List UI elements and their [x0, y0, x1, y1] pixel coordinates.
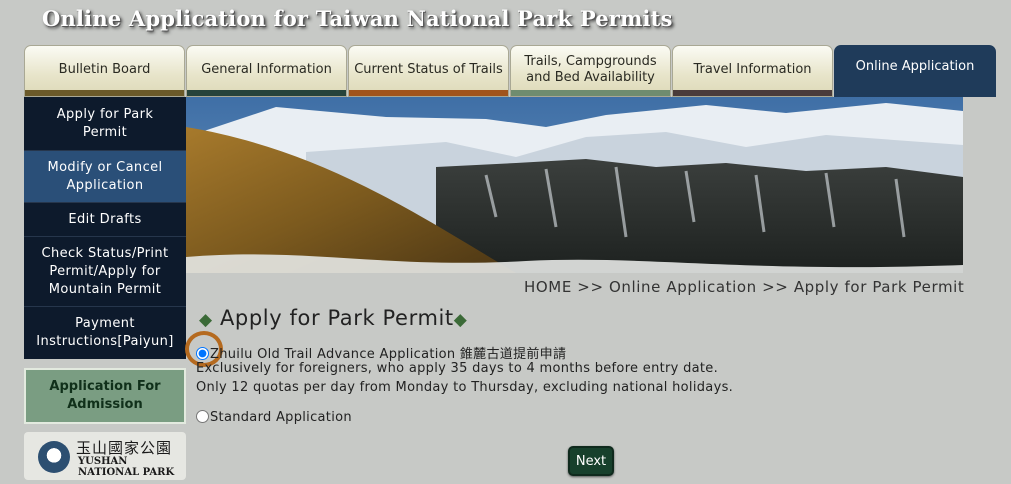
sidebar-item-label: Modify or Cancel Application	[47, 159, 163, 193]
tab-trails-campgrounds-bed-availability[interactable]: Trails, Campgrounds and Bed Availability	[510, 45, 671, 97]
sidebar-item-label: Apply for Park Permit	[56, 106, 154, 140]
standard-radio[interactable]	[196, 410, 209, 423]
page-title: ◆ Apply for Park Permit◆	[199, 306, 467, 330]
tab-label: Trails, Campgrounds and Bed Availability	[524, 53, 657, 85]
park-emblem-icon	[38, 441, 70, 473]
option-label: Zhuilu Old Trail Advance Application 錐麓古…	[210, 347, 567, 362]
option-note: Only 12 quotas per day from Monday to Th…	[196, 380, 734, 395]
tab-general-information[interactable]: General Information	[186, 45, 347, 97]
sidebar-item-check-status[interactable]: Check Status/Print Permit/Apply for Moun…	[24, 237, 186, 307]
tab-label: Current Status of Trails	[354, 61, 503, 77]
tab-label: Online Application	[855, 59, 975, 74]
option-label: Standard Application	[210, 410, 352, 425]
sidebar-item-payment-instructions[interactable]: Payment Instructions[Paiyun]	[24, 307, 186, 359]
admission-label: Application For Admission	[49, 379, 161, 412]
main-nav-tabs: Bulletin Board General Information Curre…	[24, 45, 996, 97]
site-title: Online Application for Taiwan National P…	[42, 6, 673, 31]
option-standard[interactable]: Standard Application	[196, 410, 352, 425]
logo-english-line1: YUSHAN	[78, 456, 128, 467]
logo-english-line2: NATIONAL PARK	[78, 467, 175, 478]
next-button[interactable]: Next	[568, 446, 614, 476]
sidebar-item-label: Edit Drafts	[68, 211, 142, 227]
option-note: Exclusively for foreigners, who apply 35…	[196, 361, 719, 376]
application-for-admission-button[interactable]: Application For Admission	[24, 368, 186, 424]
tab-accent-bar	[25, 90, 184, 96]
tab-accent-bar	[187, 90, 346, 96]
tab-current-status-of-trails[interactable]: Current Status of Trails	[348, 45, 509, 97]
sidebar-item-modify-or-cancel[interactable]: Modify or Cancel Application	[24, 151, 186, 203]
zhuilu-advance-radio[interactable]	[196, 347, 209, 360]
tab-label: Travel Information	[693, 61, 812, 77]
sidebar-item-label: Check Status/Print Permit/Apply for Moun…	[41, 245, 169, 297]
tab-bulletin-board[interactable]: Bulletin Board	[24, 45, 185, 97]
tab-label: General Information	[201, 61, 332, 77]
sidebar-item-label: Payment Instructions[Paiyun]	[36, 316, 174, 349]
sidebar-item-edit-drafts[interactable]: Edit Drafts	[24, 203, 186, 237]
page-title-text: Apply for Park Permit	[219, 306, 454, 330]
breadcrumb: HOME >> Online Application >> Apply for …	[524, 278, 965, 296]
tab-online-application[interactable]: Online Application	[834, 45, 996, 97]
tab-accent-bar	[511, 90, 670, 96]
diamond-icon: ◆	[199, 310, 213, 330]
option-zhuilu-advance[interactable]: Zhuilu Old Trail Advance Application 錐麓古…	[196, 343, 566, 362]
tab-accent-bar	[349, 90, 508, 96]
tab-accent-bar	[673, 90, 832, 96]
mountain-banner-image	[186, 97, 963, 273]
tab-travel-information[interactable]: Travel Information	[672, 45, 833, 97]
yushan-park-logo[interactable]: 玉山國家公園 YUSHAN NATIONAL PARK	[24, 432, 186, 480]
logo-chinese-name: 玉山國家公園	[76, 439, 173, 457]
sidebar-nav: Apply for Park Permit Modify or Cancel A…	[24, 97, 186, 359]
tab-label: Bulletin Board	[58, 61, 151, 77]
diamond-icon: ◆	[453, 310, 468, 330]
sidebar-item-apply-for-park-permit[interactable]: Apply for Park Permit	[24, 97, 186, 151]
